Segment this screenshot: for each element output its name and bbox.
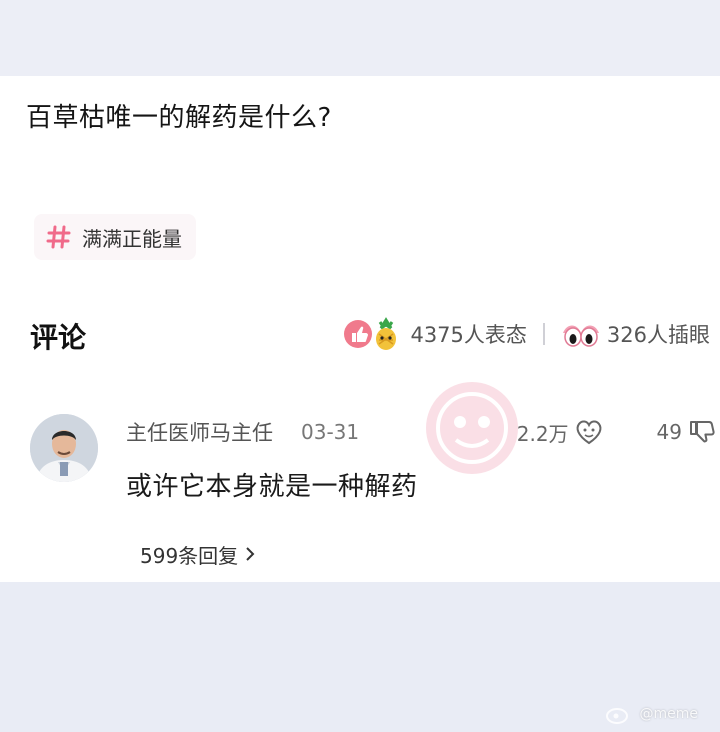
reaction-count: 4375人表态 bbox=[410, 323, 527, 347]
comments-title: 评论 bbox=[30, 321, 87, 354]
chevron-right-icon bbox=[246, 547, 255, 561]
topic-label: 满满正能量 bbox=[82, 226, 182, 251]
watermark-tag: @meme bbox=[605, 704, 698, 724]
hash-icon bbox=[46, 225, 71, 249]
comment-text: 或许它本身就是一种解药 bbox=[126, 472, 418, 502]
divider bbox=[542, 323, 545, 345]
replies-link[interactable]: 599条回复 bbox=[140, 534, 256, 574]
comment-meta: 主任医师马主任 03-31 2.2万 49 bbox=[126, 414, 716, 450]
weibo-logo-icon bbox=[606, 708, 629, 724]
reaction-icons bbox=[342, 316, 404, 352]
topic-tag[interactable]: 满满正能量 bbox=[34, 214, 196, 260]
pineapple-emoji-icon bbox=[376, 317, 397, 350]
eyes-icon bbox=[562, 325, 599, 347]
doctor-avatar bbox=[30, 414, 98, 482]
replies-label: 599条回复 bbox=[140, 543, 239, 568]
dislike-count: 49 bbox=[656, 420, 682, 444]
eye-count: 326人插眼 bbox=[606, 323, 710, 347]
comment-date: 03-31 bbox=[301, 420, 360, 444]
thumbs-down-icon bbox=[690, 421, 715, 443]
avatar[interactable] bbox=[30, 414, 98, 482]
heart-icon bbox=[576, 420, 601, 445]
question-title[interactable]: 百草枯唯一的解药是什么? bbox=[26, 98, 332, 138]
watermark-text: @meme bbox=[639, 706, 698, 722]
author-name[interactable]: 主任医师马主任 bbox=[126, 417, 273, 447]
like-count: 2.2万 bbox=[516, 421, 569, 446]
reaction-summary[interactable]: 4375人表态 326人插眼 bbox=[342, 316, 710, 352]
like-button[interactable]: 2.2万 bbox=[517, 418, 605, 447]
top-band bbox=[0, 0, 720, 76]
dislike-button[interactable]: 49 bbox=[657, 418, 716, 446]
